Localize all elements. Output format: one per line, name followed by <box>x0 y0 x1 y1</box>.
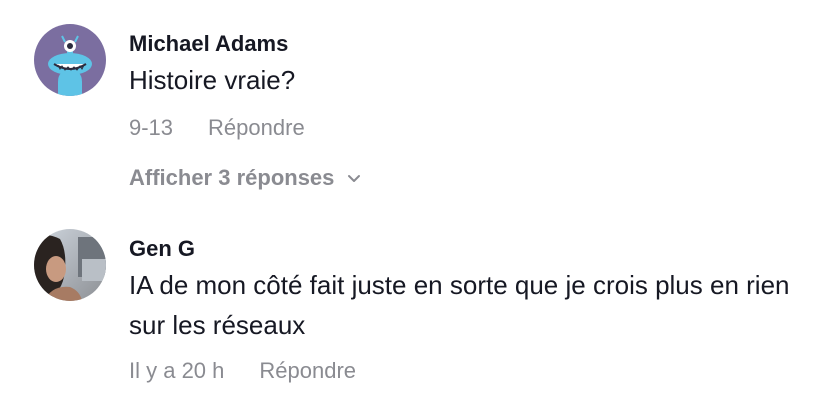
comment-text: IA de mon côté fait juste en sorte que j… <box>129 270 790 340</box>
view-replies-button[interactable]: Afficher 3 réponses <box>129 165 362 191</box>
comment-text: Histoire vraie? <box>129 65 296 95</box>
user-photo-icon <box>34 229 106 301</box>
monster-cartoon-icon <box>34 24 106 96</box>
reply-button[interactable]: Répondre <box>259 358 356 384</box>
comment-date: 9-13 <box>129 115 174 140</box>
view-replies-label: Afficher 3 réponses <box>129 165 335 190</box>
reply-button[interactable]: Répondre <box>208 115 305 141</box>
comment-author[interactable]: Michael Adams <box>129 31 288 57</box>
comment-author[interactable]: Gen G <box>129 236 195 262</box>
comment-meta: 9-13 Répondre <box>129 115 305 141</box>
comment-meta: Il y a 20 h Répondre <box>129 358 356 384</box>
chevron-down-icon <box>348 175 361 182</box>
avatar[interactable] <box>34 24 106 96</box>
comment-date: Il y a 20 h <box>129 358 225 383</box>
avatar[interactable] <box>34 229 106 301</box>
